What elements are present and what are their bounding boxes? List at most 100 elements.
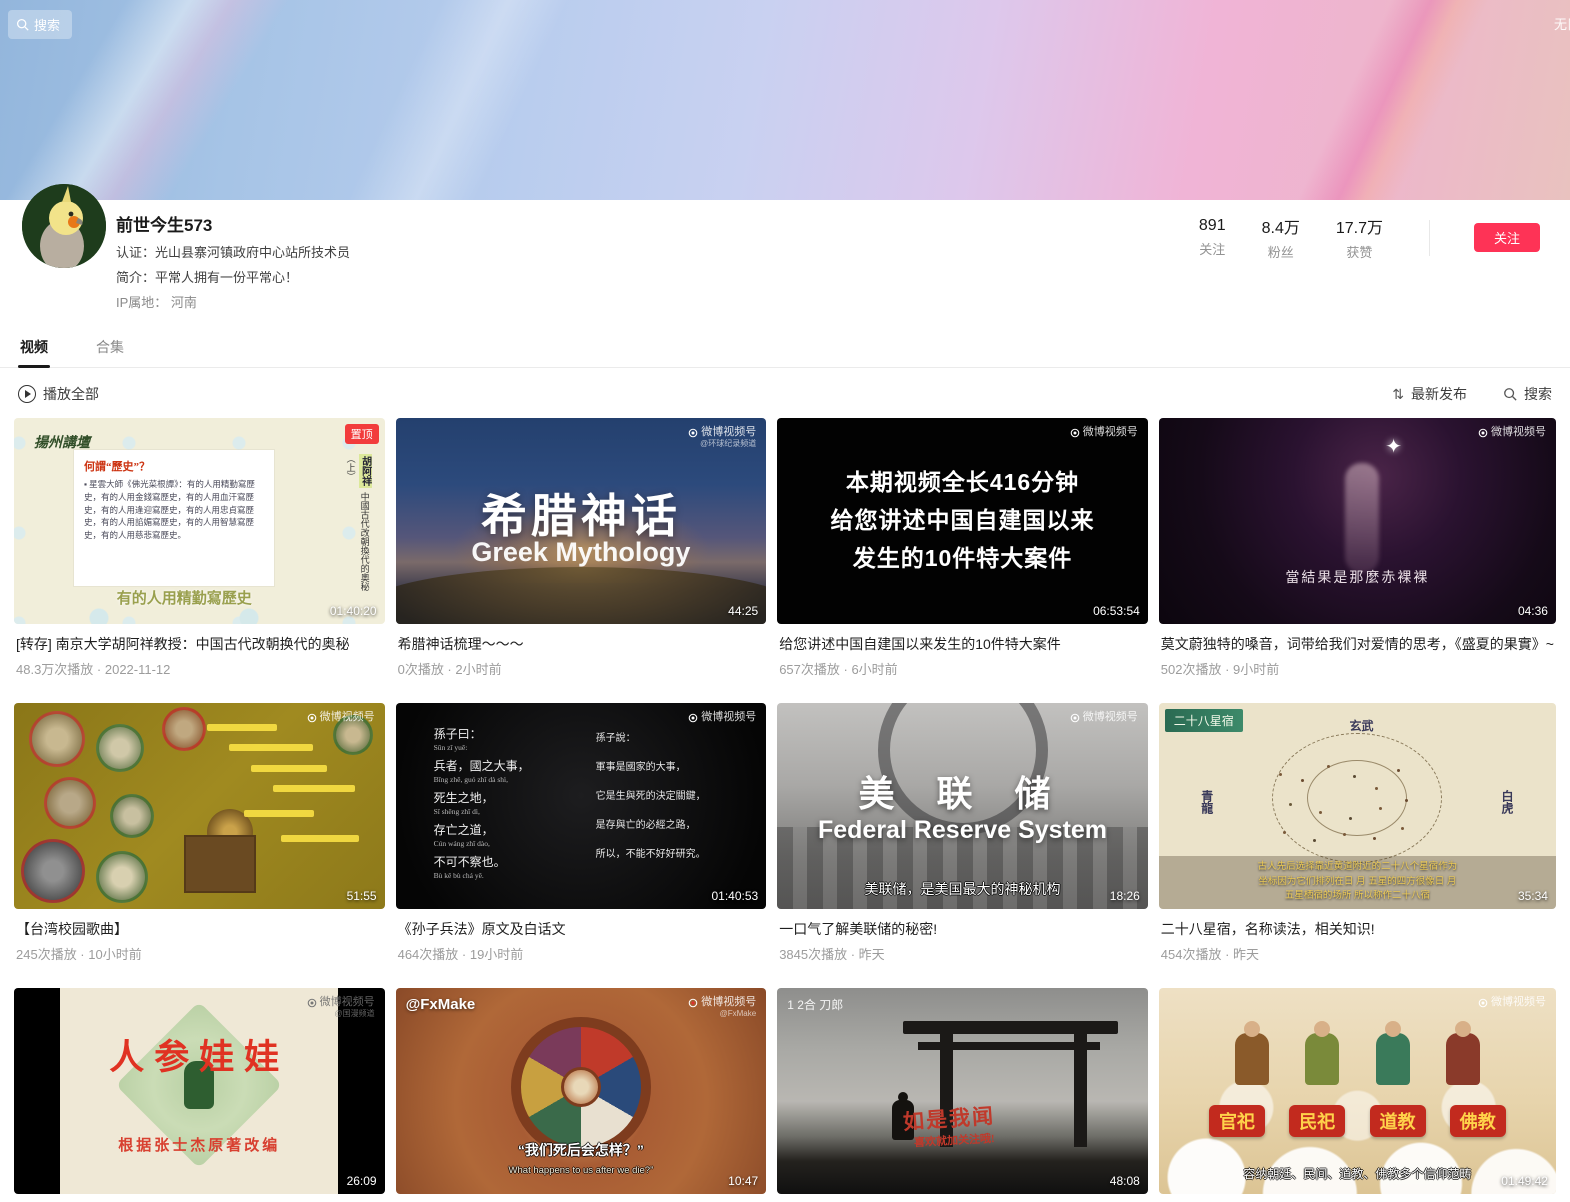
video-duration: 06:53:54 <box>1093 604 1140 618</box>
stat-following[interactable]: 891 关注 <box>1199 217 1226 258</box>
tab-collections[interactable]: 合集 <box>94 329 126 367</box>
weibo-logo-icon <box>1478 428 1488 438</box>
profile-stats-area: 891 关注 8.4万 粉丝 17.7万 获赞 关注 <box>1181 200 1548 261</box>
video-card[interactable]: 本期视频全长416分钟 给您讲述中国自建国以来 发生的10件特大案件 微博视频号… <box>777 418 1148 678</box>
video-card[interactable]: 官祀 民祀 道教 佛教 容纳朝廷、民间、道教、佛教多个信仰范畴 微博视频号 01… <box>1159 988 1556 1202</box>
video-thumbnail[interactable]: 揚州講壇 何謂“歷史”？ ▪ 星雲大師《佛光菜根譚》：有的人用精勤寫歷史，有的人… <box>14 418 385 624</box>
video-title[interactable]: 莫文蔚独特的嗓音，词带给我们对爱情的思考，《盛夏的果實》~ <box>1161 634 1554 654</box>
thumb-text: 希腊神话 <box>396 480 767 546</box>
weibo-logo-icon <box>307 998 317 1008</box>
profile-name: 前世今生573 <box>116 211 1181 236</box>
thumb-subtitle: “我们死后会怎样？” <box>396 1140 767 1160</box>
avatar[interactable] <box>22 184 106 268</box>
weibo-watermark: 微博视频号 <box>1478 996 1546 1009</box>
tab-bar: 视频 合集 <box>0 329 1570 368</box>
search-videos-button[interactable]: 搜索 <box>1503 384 1552 404</box>
video-thumbnail[interactable]: 美 联 储 Federal Reserve System 美联储，是美国最大的神… <box>777 703 1148 909</box>
play-all-button[interactable]: 播放全部 <box>18 384 99 404</box>
thumbnail-art <box>1074 1023 1087 1147</box>
stat-value: 891 <box>1199 217 1226 235</box>
profile-info: 前世今生573 认证：光山县寨河镇政府中心站所技术员 简介：平常人拥有一份平常心… <box>116 200 1181 311</box>
weibo-logo-icon <box>1478 998 1488 1008</box>
video-duration: 10:47 <box>728 1174 758 1188</box>
thumbnail-art <box>281 835 359 842</box>
sort-button[interactable]: ⇅ 最新发布 <box>1392 384 1467 404</box>
thumb-text: ▪ 星雲大師《佛光菜根譚》：有的人用精勤寫歷史，有的人用金錢寫歷史，有的人用血汗… <box>84 478 264 542</box>
stat-followers[interactable]: 8.4万 粉丝 <box>1262 214 1300 261</box>
video-thumbnail[interactable]: 孫子曰：Sūn zǐ yuē: 兵者，國之大事，Bīng zhě, guó zh… <box>396 703 767 909</box>
thumb-text: 玄武 <box>1349 717 1373 734</box>
video-card[interactable]: 揚州講壇 何謂“歷史”？ ▪ 星雲大師《佛光菜根譚》：有的人用精勤寫歷史，有的人… <box>14 418 385 678</box>
thumb-text: 孫子曰：Sūn zǐ yuē: 兵者，國之大事，Bīng zhě, guó zh… <box>434 723 530 885</box>
video-duration: 51:55 <box>347 889 377 903</box>
tab-videos[interactable]: 视频 <box>18 329 50 367</box>
video-title[interactable]: 【台湾校园歌曲】 <box>16 919 383 939</box>
video-thumbnail[interactable]: 希腊神话 Greek Mythology 微博视频号 @环球纪录频道 44:25 <box>396 418 767 624</box>
stat-value: 17.7万 <box>1336 214 1383 238</box>
video-title[interactable]: 希腊神话梳理～～～ <box>398 634 765 654</box>
video-title[interactable]: [转存] 南京大学胡阿祥教授：中国古代改朝换代的奥秘 <box>16 634 383 654</box>
video-thumbnail[interactable]: 人参娃娃 根据张士杰原著改编 微博视频号 @国漫频道 26:09 <box>14 988 385 1194</box>
video-thumbnail[interactable]: 本期视频全长416分钟 给您讲述中国自建国以来 发生的10件特大案件 微博视频号… <box>777 418 1148 624</box>
video-title[interactable]: 二十八星宿，名称读法，相关知识! <box>1161 919 1554 939</box>
video-card[interactable]: 希腊神话 Greek Mythology 微博视频号 @环球纪录频道 44:25… <box>396 418 767 678</box>
video-meta: 502次播放 · 9小时前 <box>1161 659 1556 678</box>
profile-bio: 简介：平常人拥有一份平常心！ <box>116 267 1181 286</box>
thumb-subtitle: What happens to us after we die?” <box>396 1165 767 1176</box>
video-duration: 26:09 <box>347 1174 377 1188</box>
video-meta: 454次播放 · 昨天 <box>1161 944 1556 963</box>
weibo-watermark: 微博视频号 <box>1070 711 1138 724</box>
list-toolbar: 播放全部 ⇅ 最新发布 搜索 <box>0 368 1570 418</box>
weibo-watermark: 微博视频号 <box>1070 426 1138 439</box>
stat-label: 获赞 <box>1336 242 1383 261</box>
thumb-corner-label: 1 2合 刀郎 <box>787 996 843 1013</box>
video-title[interactable]: 《孙子兵法》原文及白话文 <box>398 919 765 939</box>
video-card[interactable]: 微博视频号 51:55 【台湾校园歌曲】 245次播放 · 10小时前 <box>14 703 385 963</box>
video-thumbnail[interactable]: 官祀 民祀 道教 佛教 容纳朝廷、民间、道教、佛教多个信仰范畴 微博视频号 01… <box>1159 988 1556 1194</box>
pinned-badge: 置顶 <box>345 424 379 444</box>
weibo-logo-icon <box>307 713 317 723</box>
video-card[interactable]: 孫子曰：Sūn zǐ yuē: 兵者，國之大事，Bīng zhě, guó zh… <box>396 703 767 963</box>
video-card[interactable]: 美 联 储 Federal Reserve System 美联储，是美国最大的神… <box>777 703 1148 963</box>
stat-likes[interactable]: 17.7万 获赞 <box>1336 214 1383 261</box>
thumb-text: 本期视频全长416分钟 给您讲述中国自建国以来 发生的10件特大案件 <box>831 464 1095 578</box>
follow-button[interactable]: 关注 <box>1474 223 1540 252</box>
top-search-box[interactable]: 搜索 <box>8 10 72 39</box>
stat-value: 8.4万 <box>1262 214 1300 238</box>
stat-label: 粉丝 <box>1262 242 1300 261</box>
video-card[interactable]: @FxMake “我们死后会怎样？” What happens to us af… <box>396 988 767 1202</box>
play-icon <box>18 385 36 403</box>
thumbnail-art <box>1159 1033 1556 1085</box>
video-thumbnail[interactable]: 微博视频号 51:55 <box>14 703 385 909</box>
thumb-text: 喜欢就加关注哦! <box>914 1130 995 1150</box>
banner-streak <box>1230 0 1530 200</box>
vertical-divider <box>1429 220 1430 256</box>
video-title[interactable]: 给您讲述中国自建国以来发生的10件特大案件 <box>779 634 1146 654</box>
thumb-subtitle: 有的人用精勤寫歷史 <box>14 587 355 608</box>
video-meta: 657次播放 · 6小时前 <box>779 659 1148 678</box>
banner-streak <box>120 0 820 200</box>
video-meta: 0次播放 · 2小时前 <box>398 659 767 678</box>
accessibility-link[interactable]: 无障碍 <box>1554 14 1570 33</box>
thumbnail-art <box>29 711 85 767</box>
video-card[interactable]: 1 2合 刀郎 如是我闻 喜欢就加关注哦! 48:08 《如是我闻》金刚修行 刀… <box>777 988 1148 1202</box>
thumbnail-art <box>244 810 314 817</box>
weibo-logo-icon <box>1070 713 1080 723</box>
video-thumbnail[interactable]: @FxMake “我们死后会怎样？” What happens to us af… <box>396 988 767 1194</box>
video-card[interactable]: 二十八星宿 玄武 青龍 白虎 古人先后选择靠近黄道附近的二十八个星宿作为 坐标因… <box>1159 703 1556 963</box>
profile-header: 前世今生573 认证：光山县寨河镇政府中心站所技术员 简介：平常人拥有一份平常心… <box>0 200 1570 311</box>
video-title[interactable]: 一口气了解美联储的秘密! <box>779 919 1146 939</box>
video-card[interactable]: 人参娃娃 根据张士杰原著改编 微博视频号 @国漫频道 26:09 【国产动画丨经… <box>14 988 385 1202</box>
weibo-logo-icon <box>688 713 698 723</box>
video-duration: 48:08 <box>1110 1174 1140 1188</box>
video-thumbnail[interactable]: 1 2合 刀郎 如是我闻 喜欢就加关注哦! 48:08 <box>777 988 1148 1194</box>
thumb-text: 官祀 民祀 道教 佛教 <box>1159 1105 1556 1137</box>
thumbnail-art <box>1279 773 1282 776</box>
cockatiel-avatar-image <box>22 184 106 268</box>
weibo-watermark: 微博视频号 @环球纪录频道 <box>688 426 756 449</box>
thumbnail-art <box>396 567 767 624</box>
video-duration: 44:25 <box>728 604 758 618</box>
video-thumbnail[interactable]: ✦ 當結果是那麼赤裸裸 微博视频号 04:36 <box>1159 418 1556 624</box>
video-thumbnail[interactable]: 二十八星宿 玄武 青龍 白虎 古人先后选择靠近黄道附近的二十八个星宿作为 坐标因… <box>1159 703 1556 909</box>
video-card[interactable]: ✦ 當結果是那麼赤裸裸 微博视频号 04:36 莫文蔚独特的嗓音，词带给我们对爱… <box>1159 418 1556 678</box>
